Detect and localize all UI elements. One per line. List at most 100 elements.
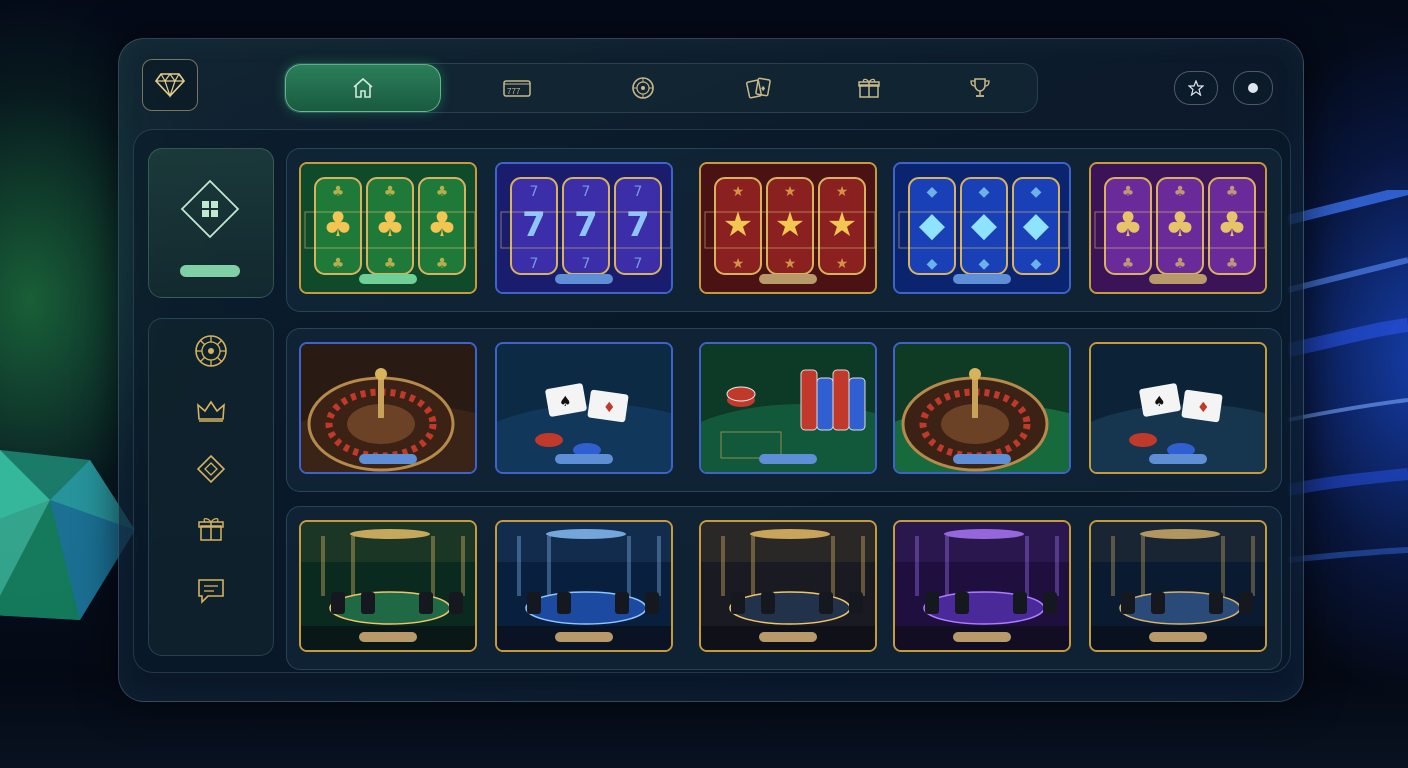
svg-text:♣: ♣ — [1113, 205, 1143, 245]
active-indicator — [180, 265, 240, 277]
svg-text:♣: ♣ — [427, 205, 457, 245]
svg-text:♦: ♦ — [1197, 400, 1210, 416]
play-button[interactable] — [359, 274, 417, 284]
svg-text:★: ★ — [723, 205, 753, 245]
svg-text:◆: ◆ — [979, 184, 990, 200]
game-card[interactable]: ♠ ♦ — [495, 342, 673, 474]
svg-text:♣: ♣ — [1122, 184, 1135, 200]
game-card[interactable]: ♠ ♦ — [1089, 342, 1267, 474]
svg-text:◆: ◆ — [927, 256, 938, 272]
favorites-button[interactable] — [1174, 71, 1218, 105]
svg-text:7: 7 — [634, 256, 643, 272]
svg-text:♣: ♣ — [436, 184, 449, 200]
game-card[interactable]: ◆ ◆ ◆ ◆ ◆ ◆ ◆ ◆ ◆ — [893, 162, 1071, 294]
game-card[interactable] — [299, 520, 477, 652]
sidebar-item-vip[interactable] — [193, 393, 229, 429]
casino-app-window: 777 ♦ ♣ ♣ ♣ ♣ ♣ ♣ ♣ ♣ ♣ 7 7 7 7 7 7 7 7 … — [118, 38, 1304, 702]
svg-text:◆: ◆ — [919, 205, 946, 245]
nav-roulette[interactable] — [593, 64, 693, 112]
svg-text:7: 7 — [582, 184, 591, 200]
game-card[interactable] — [893, 520, 1071, 652]
svg-text:♣: ♣ — [1226, 256, 1239, 272]
svg-text:777: 777 — [507, 87, 521, 96]
game-card[interactable]: ♣ ♣ ♣ ♣ ♣ ♣ ♣ ♣ ♣ — [299, 162, 477, 294]
play-button[interactable] — [359, 632, 417, 642]
svg-text:★: ★ — [827, 205, 857, 245]
svg-text:♣: ♣ — [1122, 256, 1135, 272]
diamond-icon — [155, 72, 185, 98]
toggle-dot-icon — [1248, 83, 1258, 93]
sidebar-item-jackpots[interactable] — [193, 451, 229, 487]
chat-icon — [198, 579, 224, 604]
play-button[interactable] — [953, 632, 1011, 642]
play-button[interactable] — [759, 454, 817, 464]
game-card[interactable] — [699, 342, 877, 474]
svg-text:★: ★ — [836, 184, 849, 200]
table-games-row: ♠ ♦ ♠ ♦ — [286, 328, 1282, 492]
play-button[interactable] — [759, 632, 817, 642]
svg-text:♣: ♣ — [375, 205, 405, 245]
svg-text:★: ★ — [836, 256, 849, 272]
roulette-icon — [632, 77, 654, 99]
top-navigation: 777 ♦ — [284, 63, 1038, 113]
svg-text:7: 7 — [626, 205, 650, 245]
play-button[interactable] — [1149, 632, 1207, 642]
play-button[interactable] — [359, 454, 417, 464]
sidebar-item-roulette[interactable] — [193, 333, 229, 369]
crown-icon — [197, 400, 225, 422]
play-button[interactable] — [555, 454, 613, 464]
svg-text:♣: ♣ — [1174, 184, 1187, 200]
game-card[interactable] — [299, 342, 477, 474]
sidebar-item-all-games[interactable] — [148, 148, 274, 298]
svg-text:7: 7 — [530, 256, 539, 272]
favorites-star-icon — [1188, 80, 1204, 96]
svg-text:7: 7 — [522, 205, 546, 245]
play-button[interactable] — [555, 274, 613, 284]
live-casino-row — [286, 506, 1282, 670]
game-card[interactable] — [893, 342, 1071, 474]
svg-text:♣: ♣ — [384, 184, 397, 200]
svg-text:♠: ♠ — [1153, 394, 1166, 410]
game-card[interactable]: 7 7 7 7 7 7 7 7 7 — [495, 162, 673, 294]
game-card[interactable] — [699, 520, 877, 652]
nav-cards[interactable]: ♦ — [709, 64, 809, 112]
play-button[interactable] — [1149, 454, 1207, 464]
sidebar-menu — [148, 318, 274, 656]
svg-text:7: 7 — [530, 184, 539, 200]
grid-diamond-icon — [180, 179, 240, 239]
svg-text:◆: ◆ — [1031, 184, 1042, 200]
logo-button[interactable] — [142, 59, 198, 111]
svg-text:★: ★ — [784, 184, 797, 200]
gift-icon — [858, 78, 880, 98]
play-button[interactable] — [1149, 274, 1207, 284]
nav-home[interactable] — [285, 64, 441, 112]
svg-text:◆: ◆ — [979, 256, 990, 272]
svg-text:♣: ♣ — [323, 205, 353, 245]
toggle-button[interactable] — [1233, 71, 1273, 105]
sidebar-item-bonuses[interactable] — [193, 511, 229, 547]
nav-promotions[interactable] — [819, 64, 919, 112]
svg-text:★: ★ — [732, 256, 745, 272]
game-card[interactable]: ♣ ♣ ♣ ♣ ♣ ♣ ♣ ♣ ♣ — [1089, 162, 1267, 294]
svg-text:★: ★ — [732, 184, 745, 200]
blue-light-streaks — [1288, 190, 1408, 563]
game-card[interactable] — [495, 520, 673, 652]
svg-text:♣: ♣ — [384, 256, 397, 272]
svg-text:◆: ◆ — [1031, 256, 1042, 272]
game-card[interactable] — [1089, 520, 1267, 652]
svg-text:♣: ♣ — [1165, 205, 1195, 245]
svg-text:♣: ♣ — [332, 184, 345, 200]
play-button[interactable] — [555, 632, 613, 642]
svg-text:♣: ♣ — [436, 256, 449, 272]
svg-text:◆: ◆ — [1023, 205, 1050, 245]
play-button[interactable] — [953, 454, 1011, 464]
nav-slots[interactable]: 777 — [467, 64, 567, 112]
sidebar-item-support[interactable] — [193, 573, 229, 609]
play-button[interactable] — [953, 274, 1011, 284]
play-button[interactable] — [759, 274, 817, 284]
game-card[interactable]: ★ ★ ★ ★ ★ ★ ★ ★ ★ — [699, 162, 877, 294]
svg-text:◆: ◆ — [927, 184, 938, 200]
home-icon — [353, 77, 373, 98]
svg-text:7: 7 — [574, 205, 598, 245]
nav-tournaments[interactable] — [930, 64, 1030, 112]
